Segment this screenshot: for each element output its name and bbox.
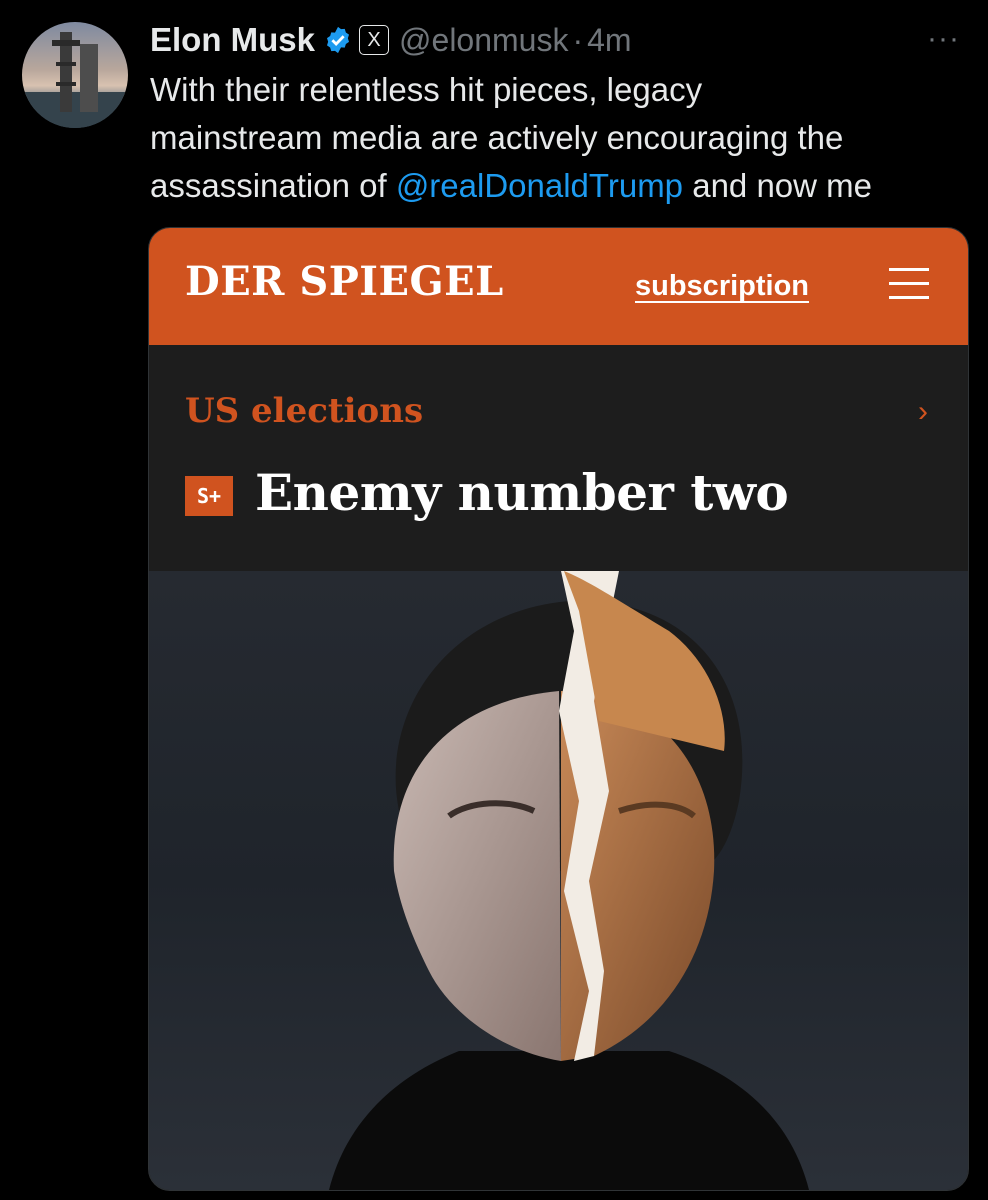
splus-badge: S+ [185,476,233,516]
tweet-text-fragment: and now me [683,167,872,204]
verified-icon [323,25,353,55]
menu-icon [889,268,929,302]
headline: Enemy number two [255,463,789,522]
author-name[interactable]: Elon Musk [150,21,315,59]
more-icon[interactable]: ··· [927,24,960,54]
author-handle[interactable]: @elonmusk [399,22,568,59]
avatar[interactable] [22,22,128,128]
x-badge-icon: X [359,25,390,55]
chevron-right-icon: › [918,395,928,428]
media-card[interactable]: DER SPIEGEL subscription US elections › … [148,227,969,1191]
tweet-text-fragment: assassination of [150,167,396,204]
mention-link[interactable]: @realDonaldTrump [396,167,683,204]
tweet-text: With their relentless hit pieces, legacy… [150,66,970,210]
avatar-image [22,32,128,128]
category-label: US elections [185,391,424,431]
photo [149,571,968,1190]
separator: · [572,21,584,58]
tweet-text-line: mainstream media are actively encouragin… [150,119,844,156]
timestamp[interactable]: 4m [587,22,631,59]
brand-logo: DER SPIEGEL [185,258,504,305]
tweet-text-line: With their relentless hit pieces, legacy [150,71,703,108]
photo-illustration [329,571,809,1190]
tweet-header: Elon Musk X @elonmusk · 4m [150,18,632,62]
tweet-text-line: assassination of @realDonaldTrump and no… [150,162,970,210]
subscription-link: subscription [635,270,810,302]
spiegel-topbar: DER SPIEGEL subscription [149,228,968,345]
story-panel: US elections › S+ Enemy number two [149,345,968,571]
